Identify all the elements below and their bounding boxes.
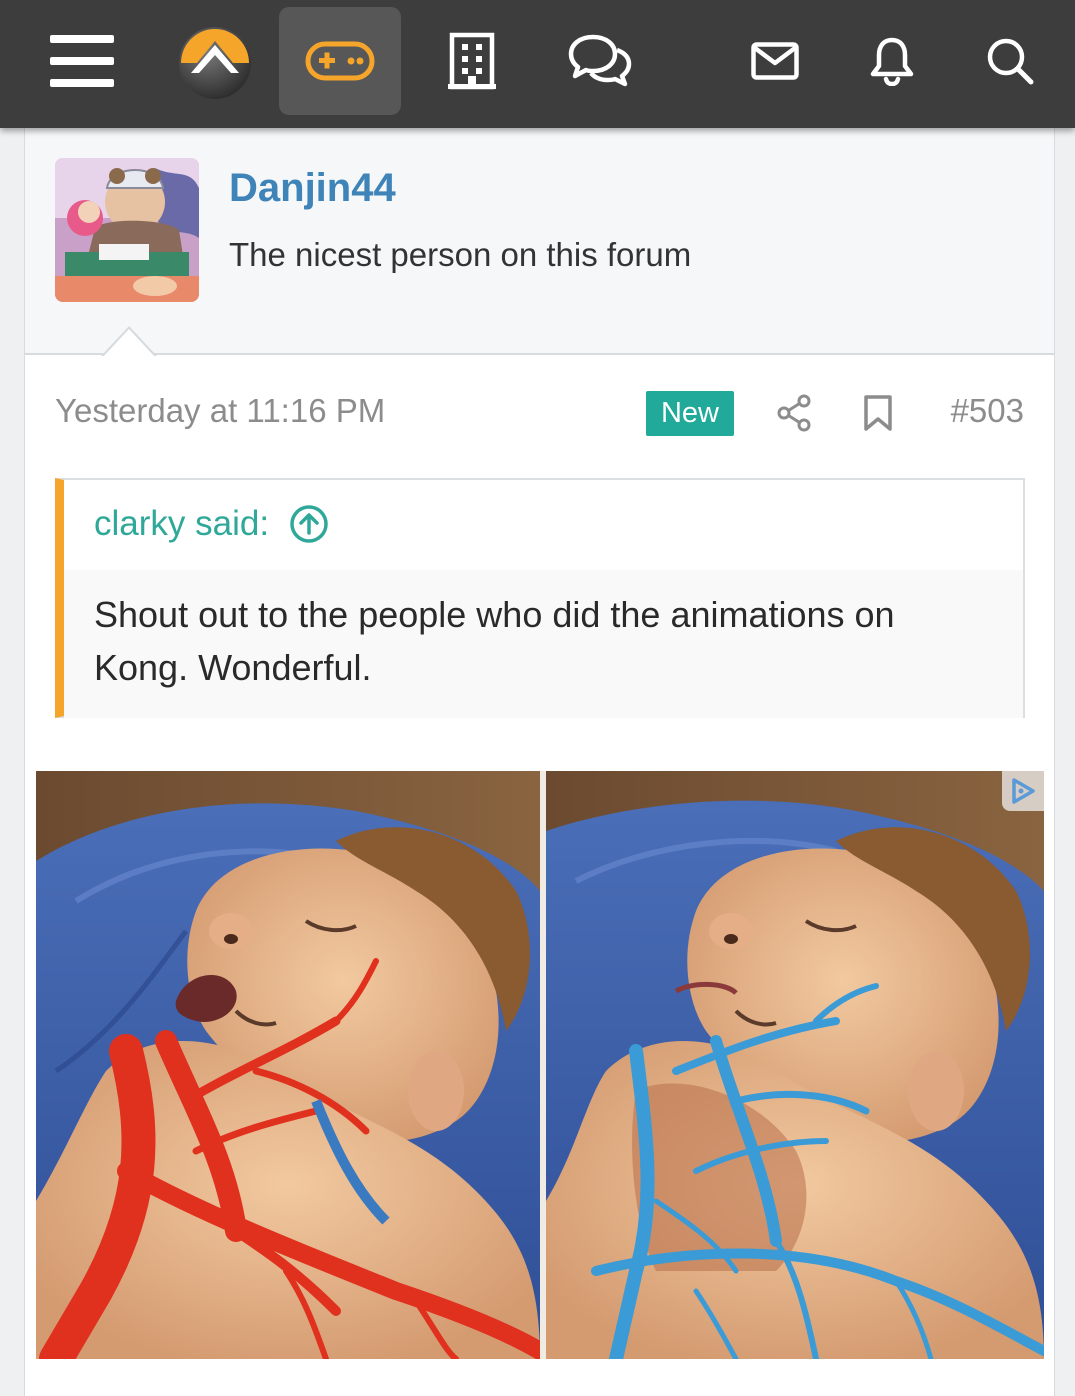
- site-logo[interactable]: [170, 7, 256, 115]
- nav-search-button[interactable]: [970, 7, 1050, 115]
- nav-games-button[interactable]: [279, 7, 401, 115]
- nav-inbox-button[interactable]: [735, 7, 815, 115]
- bookmark-button[interactable]: [858, 390, 898, 436]
- left-panel-arteries: [36, 771, 549, 1359]
- ad-choices-icon: [1012, 778, 1035, 804]
- quote-author-text: clarky said:: [94, 504, 270, 543]
- share-icon: [777, 394, 811, 432]
- nav-industry-button[interactable]: [430, 7, 514, 115]
- avatar[interactable]: [55, 158, 199, 302]
- quote-block: clarky said: Shout out to the people who…: [55, 478, 1025, 718]
- gamepad-icon: [305, 41, 375, 81]
- quote-body: Shout out to the people who did the anim…: [64, 570, 1023, 718]
- building-icon: [448, 32, 496, 90]
- avatar-image: [55, 158, 199, 302]
- site-logo-icon: [179, 27, 251, 99]
- post-number[interactable]: #503: [951, 392, 1024, 430]
- chat-bubbles-icon: [568, 34, 632, 87]
- bell-icon: [870, 37, 914, 86]
- search-icon: [987, 38, 1034, 85]
- ad-choices-button[interactable]: [1002, 771, 1044, 811]
- quote-text: Shout out to the people who did the anim…: [94, 594, 895, 688]
- top-navigation-bar: [0, 0, 1075, 128]
- bookmark-icon: [864, 395, 892, 431]
- post-image[interactable]: [36, 771, 1044, 1359]
- menu-button[interactable]: [40, 7, 124, 115]
- share-button[interactable]: [774, 390, 814, 436]
- neck-anatomy-illustration: [36, 771, 1044, 1359]
- quote-author-link[interactable]: clarky said:: [94, 504, 329, 544]
- username[interactable]: Danjin44: [229, 166, 396, 211]
- nav-alerts-button[interactable]: [852, 7, 932, 115]
- nav-forums-button[interactable]: [555, 7, 645, 115]
- right-panel-veins: [546, 771, 1044, 1359]
- mail-icon: [751, 42, 799, 80]
- menu-icon: [50, 35, 114, 87]
- post-container: Danjin44 The nicest person on this forum…: [24, 128, 1055, 1396]
- user-block: Danjin44 The nicest person on this forum: [25, 128, 1054, 357]
- jump-up-icon: [290, 505, 328, 543]
- quote-header: clarky said:: [64, 480, 1023, 570]
- user-title: The nicest person on this forum: [229, 236, 692, 273]
- new-badge: New: [646, 391, 734, 436]
- post-timestamp[interactable]: Yesterday at 11:16 PM: [55, 392, 385, 430]
